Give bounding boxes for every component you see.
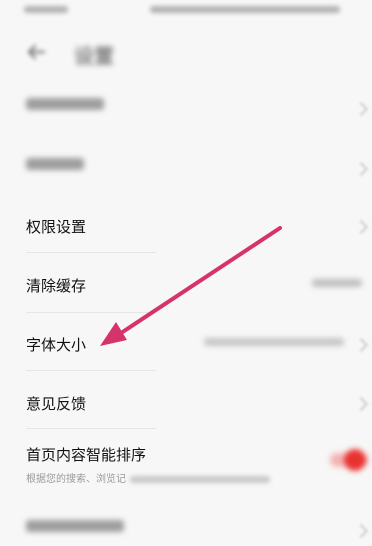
permissions-label: 权限设置 — [26, 218, 87, 236]
feedback-label: 意见反馈 — [26, 395, 87, 413]
font-size-label: 字体大小 — [26, 336, 87, 354]
arrow-left-icon — [27, 44, 46, 60]
settings-item-permissions[interactable]: 权限设置 — [0, 196, 372, 254]
divider — [26, 312, 156, 313]
app-header: 设置 — [0, 28, 372, 76]
divider — [26, 428, 156, 429]
settings-item-1-label — [26, 98, 104, 110]
status-time — [24, 6, 68, 13]
smart-sort-description-text: 根据您的搜索、浏览记 — [26, 474, 126, 485]
settings-item-font-size[interactable]: 字体大小 — [0, 314, 372, 372]
chevron-right-icon — [353, 101, 369, 117]
chevron-right-icon — [353, 337, 369, 353]
back-button[interactable] — [22, 38, 50, 66]
smart-sort-label: 首页内容智能排序 — [26, 446, 147, 464]
settings-item-1[interactable] — [0, 78, 372, 136]
settings-item-2[interactable] — [0, 136, 372, 194]
settings-item-feedback[interactable]: 意见反馈 — [0, 373, 372, 431]
toggle-knob — [344, 449, 366, 471]
chevron-right-icon — [353, 219, 369, 235]
status-icons — [150, 6, 340, 13]
smart-sort-description-blurred — [130, 475, 270, 483]
chevron-right-icon — [353, 396, 369, 412]
font-size-value — [204, 338, 344, 346]
chevron-right-icon — [353, 523, 369, 539]
cache-size-value — [312, 279, 362, 287]
chevron-right-icon — [353, 161, 369, 177]
page-title: 设置 — [74, 44, 114, 68]
smart-sort-toggle[interactable] — [330, 449, 368, 471]
settings-item-smart-sort[interactable]: 首页内容智能排序 根据您的搜索、浏览记 — [0, 430, 372, 500]
settings-item-last[interactable] — [0, 498, 372, 546]
settings-item-last-label — [26, 520, 124, 532]
status-bar — [0, 0, 372, 22]
divider — [26, 370, 156, 371]
smart-sort-description: 根据您的搜索、浏览记 — [26, 470, 270, 485]
divider — [26, 252, 156, 253]
settings-item-clear-cache[interactable]: 清除缓存 — [0, 255, 372, 313]
settings-item-2-label — [26, 158, 84, 170]
clear-cache-label: 清除缓存 — [26, 277, 87, 295]
